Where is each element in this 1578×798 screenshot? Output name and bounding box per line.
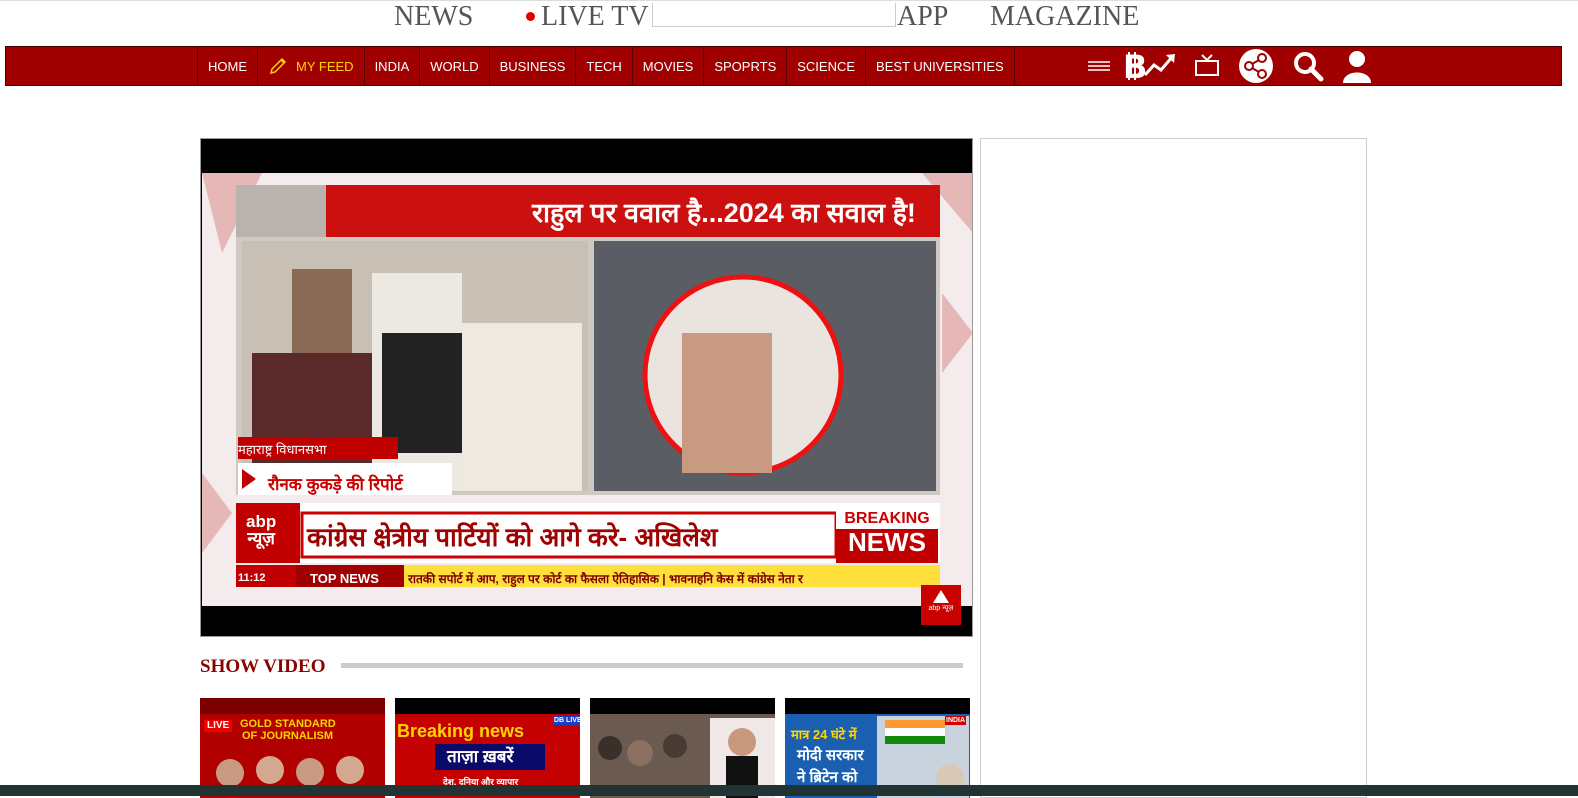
top-link-bar: NEWS LIVE TV APP MAGAZINE bbox=[0, 0, 1578, 41]
video-frame: राहुल पर ववाल है...2024 का सवाल है! महार… bbox=[202, 173, 972, 606]
breaking-news-badge: BREAKING NEWS bbox=[836, 509, 938, 555]
video-thumbnail[interactable] bbox=[590, 698, 775, 798]
top-search-box[interactable] bbox=[652, 3, 896, 27]
top-link-news[interactable]: NEWS bbox=[394, 1, 473, 33]
search-icon[interactable] bbox=[1282, 47, 1334, 85]
nav-icons: B bbox=[1084, 47, 1380, 85]
video-thumbnail[interactable]: मात्र 24 घंटे में मोदी सरकार ने ब्रिटेन … bbox=[785, 698, 970, 798]
video-headline: राहुल पर ववाल है...2024 का सवाल है! bbox=[532, 198, 916, 228]
top-link-app[interactable]: APP bbox=[897, 1, 948, 33]
channel-logo-line2: न्यूज़ bbox=[247, 529, 275, 548]
breaking-top: BREAKING bbox=[836, 509, 938, 529]
thumb-line2: ताज़ा ख़बरें bbox=[447, 747, 514, 766]
top-link-live-tv[interactable]: LIVE TV bbox=[526, 1, 649, 33]
thumb-line1: मात्र 24 घंटे में bbox=[791, 727, 857, 742]
tv-icon[interactable] bbox=[1184, 47, 1230, 85]
live-dot-icon bbox=[526, 12, 535, 22]
bottom-scrollbar[interactable] bbox=[0, 785, 1578, 796]
menu-icon[interactable] bbox=[1084, 47, 1114, 85]
thumbnail-image bbox=[590, 698, 775, 798]
nav-item-movies[interactable]: MOVIES bbox=[631, 47, 704, 85]
video-lower-third: कांग्रेस क्षेत्रीय पार्टियों को आगे करे-… bbox=[307, 522, 718, 552]
nav-list: HOME MY FEED INDIA WORLD BUSINESS TECH M… bbox=[197, 47, 1015, 85]
video-reporter-label: रौनक कुकड़े की रिपोर्ट bbox=[268, 475, 403, 494]
video-thumbnail[interactable]: Breaking news DB LIVE ताज़ा ख़बरें देश, … bbox=[395, 698, 580, 798]
video-thumbnail[interactable]: LIVE GOLD STANDARD OF JOURNALISM bbox=[200, 698, 385, 798]
bitcoin-trend-icon[interactable]: B bbox=[1114, 47, 1184, 85]
thumb-line3: ने ब्रिटेन को bbox=[797, 769, 858, 786]
thumbnail-image bbox=[200, 698, 385, 798]
user-icon[interactable] bbox=[1334, 47, 1380, 85]
section-divider bbox=[341, 663, 963, 668]
channel-logo: abp न्यूज़ bbox=[246, 513, 276, 547]
pencil-icon bbox=[269, 57, 287, 75]
thumb-line1: GOLD STANDARD bbox=[240, 718, 336, 730]
thumb-line2: मोदी सरकार bbox=[797, 747, 864, 764]
nav-item-sports[interactable]: SPOPRTS bbox=[703, 47, 786, 85]
nav-item-my-feed-label: MY FEED bbox=[296, 58, 354, 74]
nav-item-my-feed[interactable]: MY FEED bbox=[257, 47, 364, 85]
nav-item-world[interactable]: WORLD bbox=[419, 47, 488, 85]
sidebar-ad-slot bbox=[980, 138, 1367, 798]
nav-item-business[interactable]: BUSINESS bbox=[488, 47, 576, 85]
nav-item-best-universities[interactable]: BEST UNIVERSITIES bbox=[865, 47, 1014, 85]
top-link-magazine[interactable]: MAGAZINE bbox=[990, 1, 1139, 33]
nav-item-tech[interactable]: TECH bbox=[575, 47, 631, 85]
video-place-label: महाराष्ट्र विधानसभा bbox=[238, 442, 327, 457]
thumb-line2: OF JOURNALISM bbox=[242, 730, 334, 742]
live-tv-label: LIVE TV bbox=[541, 1, 649, 32]
ticker-time: 11:12 bbox=[238, 572, 266, 584]
nav-item-science[interactable]: SCIENCE bbox=[786, 47, 865, 85]
nav-item-india[interactable]: INDIA bbox=[363, 47, 420, 85]
ticker-label: TOP NEWS bbox=[310, 571, 379, 586]
main-nav: HOME MY FEED INDIA WORLD BUSINESS TECH M… bbox=[5, 46, 1562, 86]
thumb-line1: Breaking news bbox=[397, 721, 525, 741]
ticker-text: रातकी सपोर्ट में आप, राहुल पर कोर्ट का फ… bbox=[408, 572, 803, 586]
thumb-tag: INDIA bbox=[945, 716, 967, 725]
abp-watermark-icon[interactable]: abp न्यूज़ bbox=[921, 585, 961, 625]
thumb-tag: DB LIVE bbox=[553, 716, 580, 725]
share-icon[interactable] bbox=[1230, 47, 1282, 85]
breaking-bottom: NEWS bbox=[848, 527, 926, 557]
video-player[interactable]: राहुल पर ववाल है...2024 का सवाल है! महार… bbox=[200, 138, 973, 637]
section-title-show-video[interactable]: SHOW VIDEO bbox=[200, 656, 325, 678]
nav-item-home[interactable]: HOME bbox=[197, 47, 257, 85]
thumb-live-tag: LIVE bbox=[204, 720, 233, 732]
